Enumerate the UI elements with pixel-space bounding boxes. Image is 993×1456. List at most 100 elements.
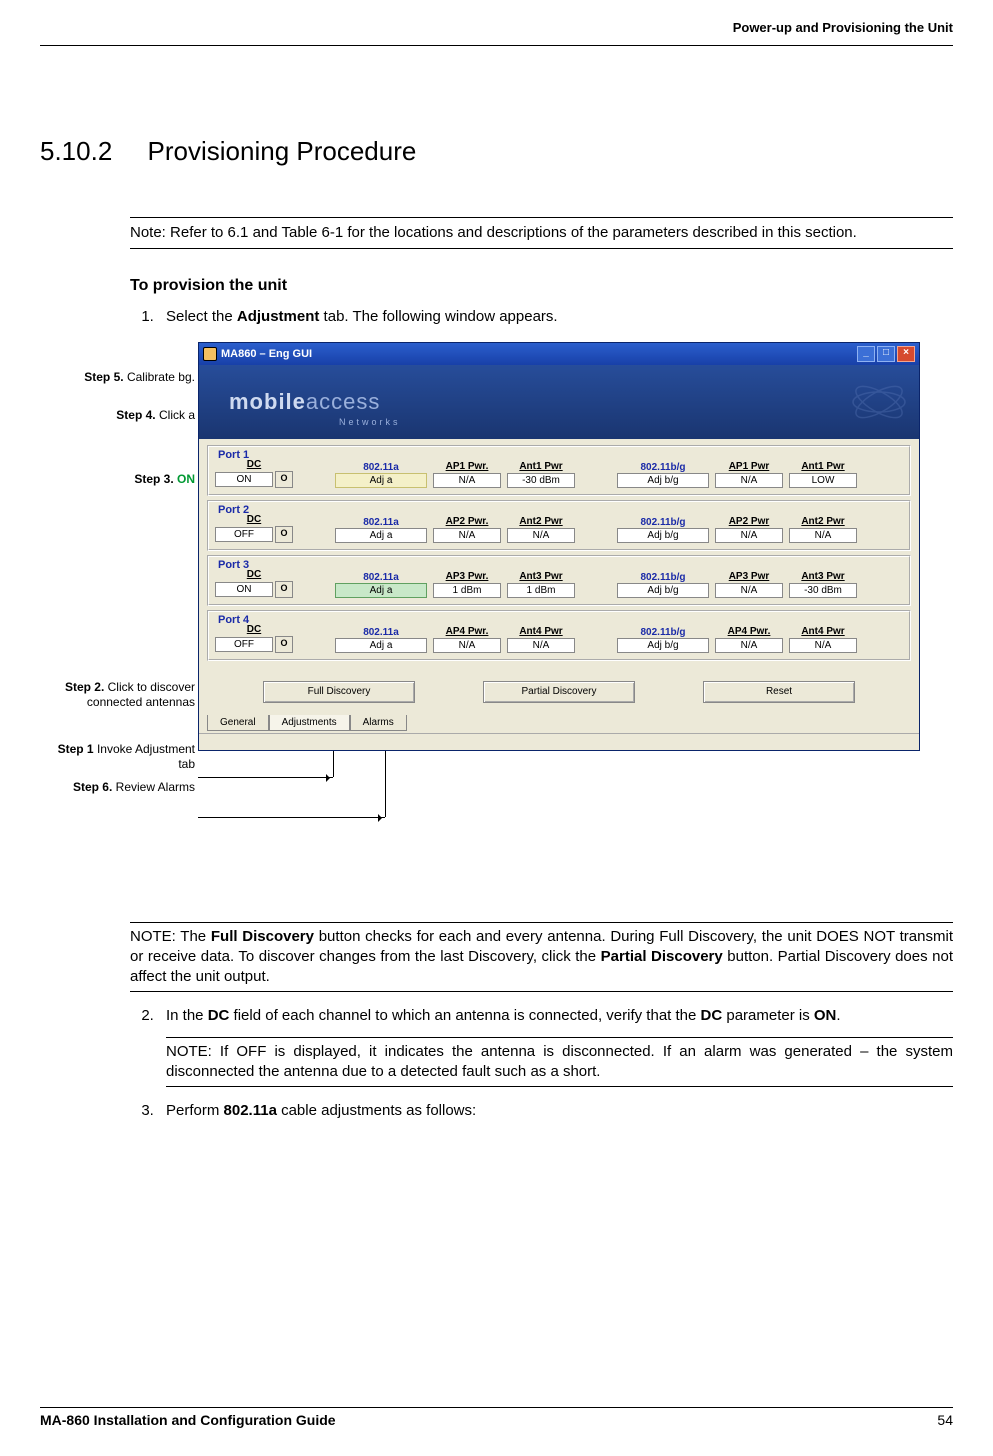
adj-a-button[interactable]: Adj a [335, 638, 427, 653]
close-button[interactable]: × [897, 346, 915, 362]
minimize-button[interactable]: _ [857, 346, 875, 362]
dc-field: DC ON O [215, 459, 293, 488]
ant-pwr-b-value: N/A [789, 528, 857, 543]
adj-bg-button[interactable]: Adj b/g [617, 528, 709, 543]
procedure-step-3: Perform 802.11a cable adjustments as fol… [158, 1101, 953, 1121]
ap-pwr-a-value: N/A [433, 473, 501, 488]
adj-a-button[interactable]: Adj a [335, 583, 427, 598]
maximize-button[interactable]: □ [877, 346, 895, 362]
ap-pwr-b-value: N/A [715, 583, 783, 598]
section-title: Provisioning Procedure [148, 136, 417, 166]
proto-a-label: 802.11a [335, 462, 427, 473]
ant-pwr-a-value: 1 dBm [507, 583, 575, 598]
ap-pwr-a-value: 1 dBm [433, 583, 501, 598]
tab-alarms[interactable]: Alarms [350, 715, 407, 731]
procedure-list-cont: In the DC field of each channel to which… [130, 1006, 953, 1121]
port-row: DC OFF O 802.11a Adj a AP2 Pwr. N/A Ant2 [215, 514, 903, 543]
partial-discovery-button[interactable]: Partial Discovery [483, 681, 635, 703]
callout-step1: Step 1 Invoke Adjustment tab [40, 742, 195, 772]
callout-step6: Step 6. Review Alarms [40, 780, 195, 795]
ap-pwr-b-field: AP2 Pwr N/A [715, 516, 783, 543]
discovery-row: Full Discovery Partial Discovery Reset [199, 671, 919, 717]
proto-b-label: 802.11b/g [617, 572, 709, 583]
section-number: 5.10.2 [40, 136, 112, 167]
proto-b-label: 802.11b/g [617, 462, 709, 473]
titlebar-left: MA860 – Eng GUI [203, 347, 312, 361]
proto-a-field: 802.11a Adj a [335, 627, 427, 653]
proto-a-field: 802.11a Adj a [335, 517, 427, 543]
ap-pwr-b-field: AP1 Pwr N/A [715, 461, 783, 488]
ant-pwr-a-value: N/A [507, 638, 575, 653]
proto-b-field: 802.11b/g Adj b/g [617, 627, 709, 653]
dc-value: ON [215, 582, 273, 597]
page-footer: MA-860 Installation and Configuration Gu… [40, 1407, 953, 1428]
ap-pwr-a-value: N/A [433, 638, 501, 653]
full-discovery-button[interactable]: Full Discovery [263, 681, 415, 703]
ant-pwr-a-field: Ant4 Pwr N/A [507, 626, 575, 653]
status-bar [199, 733, 919, 750]
note-off-displayed: NOTE: If OFF is displayed, it indicates … [166, 1037, 953, 1088]
ant-pwr-a-value: N/A [507, 528, 575, 543]
note-refer: Note: Refer to 6.1 and Table 6-1 for the… [130, 217, 953, 249]
port-row: DC ON O 802.11a Adj a AP3 Pwr. 1 dBm Ant… [215, 569, 903, 598]
proto-b-field: 802.11b/g Adj b/g [617, 462, 709, 488]
dc-field: DC OFF O [215, 624, 293, 653]
adj-a-button[interactable]: Adj a [335, 528, 427, 543]
proto-b-field: 802.11b/g Adj b/g [617, 572, 709, 598]
titlebar-buttons: _ □ × [857, 346, 915, 362]
arrow-step6-v [385, 742, 386, 817]
dc-value: OFF [215, 527, 273, 542]
ap-pwr-a-field: AP4 Pwr. N/A [433, 626, 501, 653]
port-row: DC OFF O 802.11a Adj a AP4 Pwr. N/A Ant4 [215, 624, 903, 653]
ap-pwr-a-value: N/A [433, 528, 501, 543]
ant-pwr-b-field: Ant3 Pwr -30 dBm [789, 571, 857, 598]
ap-pwr-a-field: AP2 Pwr. N/A [433, 516, 501, 543]
page-header: Power-up and Provisioning the Unit [40, 20, 953, 37]
app-icon [203, 347, 217, 361]
procedure-step-2: In the DC field of each channel to which… [158, 1006, 953, 1087]
tab-general[interactable]: General [207, 715, 269, 731]
reset-button[interactable]: Reset [703, 681, 855, 703]
dc-label: DC [247, 459, 261, 470]
proto-b-label: 802.11b/g [617, 627, 709, 638]
adj-a-button[interactable]: Adj a [335, 473, 427, 488]
ant-pwr-a-field: Ant3 Pwr 1 dBm [507, 571, 575, 598]
note-full-discovery: NOTE: The Full Discovery button checks f… [130, 922, 953, 993]
section-heading: 5.10.2 Provisioning Procedure [40, 136, 953, 167]
callout-step4: Step 4. Click a [40, 408, 195, 423]
ap-pwr-b-value: N/A [715, 638, 783, 653]
ports-area: Port 1 DC ON O 802.11a Adj a AP1 Pwr. N/… [199, 439, 919, 671]
ap-pwr-a-field: AP3 Pwr. 1 dBm [433, 571, 501, 598]
proto-a-field: 802.11a Adj a [335, 572, 427, 598]
dc-toggle-button[interactable]: O [275, 526, 293, 543]
ant-pwr-b-value: -30 dBm [789, 583, 857, 598]
footer-title: MA-860 Installation and Configuration Gu… [40, 1412, 336, 1428]
adj-bg-button[interactable]: Adj b/g [617, 583, 709, 598]
ap-pwr-b-value: N/A [715, 528, 783, 543]
ant-pwr-b-field: Ant1 Pwr LOW [789, 461, 857, 488]
dc-toggle-button[interactable]: O [275, 471, 293, 488]
dc-field: DC OFF O [215, 514, 293, 543]
procedure-step-1: Select the Adjustment tab. The following… [158, 307, 953, 327]
banner-wave-icon [759, 377, 909, 427]
ant-pwr-a-field: Ant1 Pwr -30 dBm [507, 461, 575, 488]
banner: mobileaccess Networks [199, 365, 919, 439]
dc-label: DC [247, 624, 261, 635]
port-group-4: Port 4 DC OFF O 802.11a Adj a AP4 Pwr. N… [207, 610, 911, 661]
tab-adjustments[interactable]: Adjustments [269, 715, 350, 731]
dc-label: DC [247, 569, 261, 580]
dc-toggle-button[interactable]: O [275, 581, 293, 598]
dc-label: DC [247, 514, 261, 525]
dc-toggle-button[interactable]: O [275, 636, 293, 653]
app-window: MA860 – Eng GUI _ □ × mobileaccess Netwo… [198, 342, 920, 751]
adj-bg-button[interactable]: Adj b/g [617, 473, 709, 488]
dc-value: OFF [215, 637, 273, 652]
adj-bg-button[interactable]: Adj b/g [617, 638, 709, 653]
ant-pwr-b-value: N/A [789, 638, 857, 653]
to-provision-heading: To provision the unit [130, 277, 953, 295]
ap-pwr-b-field: AP4 Pwr. N/A [715, 626, 783, 653]
proto-a-label: 802.11a [335, 517, 427, 528]
dc-value: ON [215, 472, 273, 487]
figure-adjustment-window: Step 5. Calibrate bg. Step 4. Click a St… [40, 342, 953, 882]
port-group-2: Port 2 DC OFF O 802.11a Adj a AP2 Pwr. N… [207, 500, 911, 551]
